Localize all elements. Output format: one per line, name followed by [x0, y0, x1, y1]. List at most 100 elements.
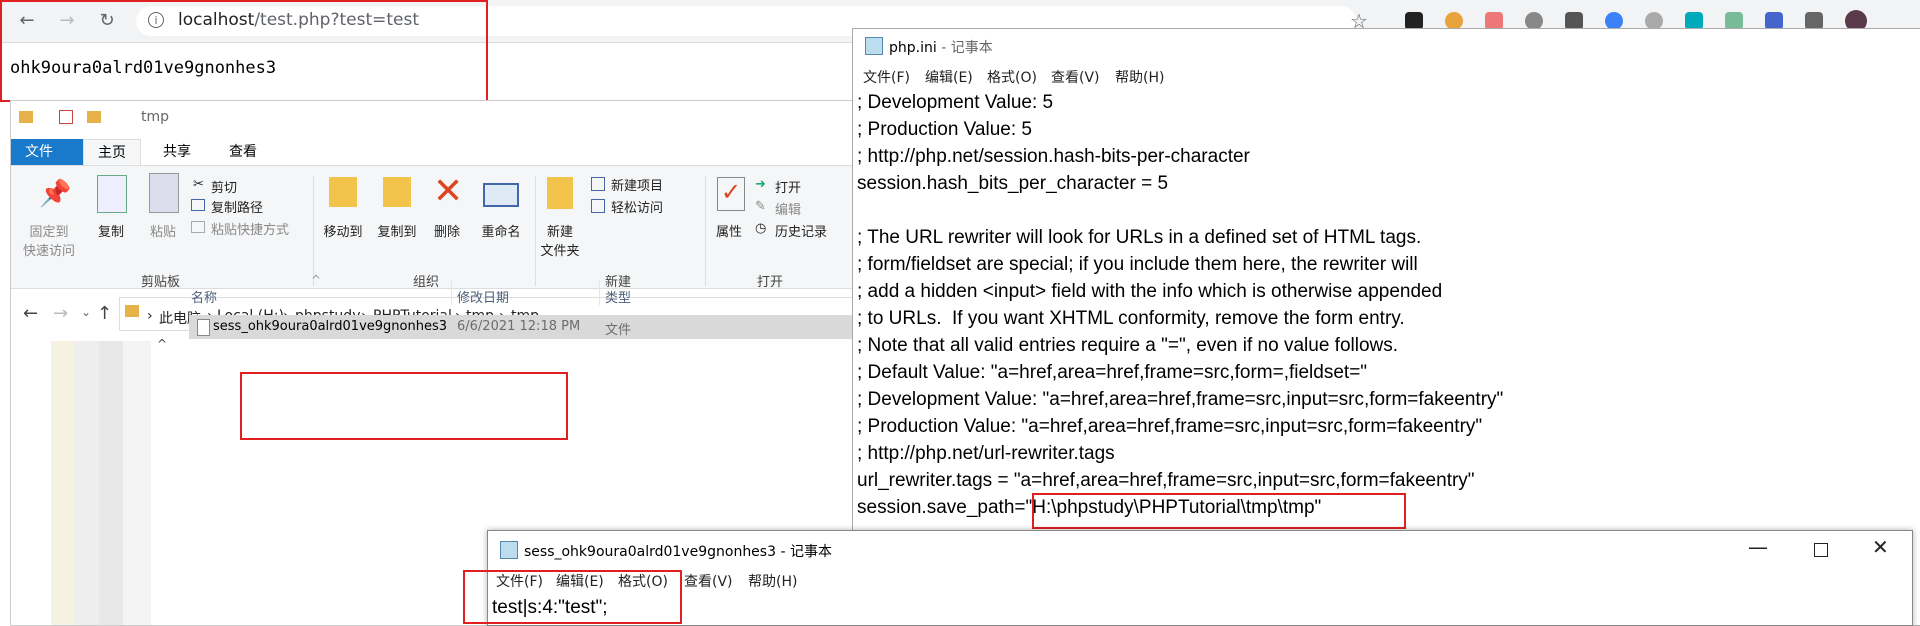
- text-line: ; http://php.net/url-rewriter.tags: [857, 443, 1115, 464]
- column-header-name[interactable]: 名称: [191, 287, 217, 306]
- close-icon[interactable]: ✕: [1872, 535, 1889, 559]
- move-to-icon: [329, 177, 357, 207]
- pin-quick-access-button[interactable]: 固定到 快速访问: [19, 221, 79, 259]
- divider: [451, 281, 452, 305]
- properties-button[interactable]: 属性: [709, 221, 749, 240]
- history-button[interactable]: 历史记录: [775, 221, 827, 240]
- scissors-icon: ✂: [193, 177, 204, 192]
- tab-view[interactable]: 查看: [215, 139, 271, 165]
- text-line: ; Development Value: 5: [857, 92, 1054, 113]
- divider: [705, 176, 706, 286]
- tab-share[interactable]: 共享: [149, 139, 205, 165]
- minimize-icon[interactable]: —: [1748, 535, 1768, 559]
- history-icon: ◷: [755, 221, 767, 236]
- tab-file[interactable]: 文件: [11, 139, 83, 165]
- scroll-up-icon[interactable]: ^: [157, 337, 167, 351]
- notepad-icon: [865, 37, 883, 55]
- forward-icon[interactable]: →: [53, 303, 68, 324]
- recent-locations-icon[interactable]: ⌄: [81, 305, 91, 319]
- chevron-icon: ›: [147, 308, 153, 324]
- window-title: tmp: [141, 109, 170, 125]
- group-open-label: 打开: [757, 275, 784, 290]
- copy-button[interactable]: 复制: [91, 221, 131, 240]
- checkbox-icon[interactable]: [59, 110, 73, 124]
- paste-shortcut-button[interactable]: 粘贴快捷方式: [211, 219, 289, 238]
- move-to-button[interactable]: 移动到: [317, 221, 369, 240]
- copy-path-button[interactable]: 复制路径: [211, 197, 263, 216]
- file-icon: [197, 319, 210, 336]
- paste-button[interactable]: 粘贴: [143, 221, 183, 240]
- tab-home[interactable]: 主页: [83, 139, 141, 166]
- navigation-pane[interactable]: [51, 341, 151, 625]
- highlight-box: [240, 372, 568, 440]
- maximize-icon[interactable]: [1814, 543, 1828, 557]
- text-line: ; Production Value: "a=href,area=href,fr…: [857, 416, 1483, 437]
- text-line: url_rewriter.tags = "a=href,area=href,fr…: [857, 470, 1475, 491]
- file-name: sess_ohk9oura0alrd01ve9gnonhes3: [213, 319, 447, 334]
- copy-to-button[interactable]: 复制到: [371, 221, 423, 240]
- copy-path-icon: [191, 199, 205, 211]
- paste-icon: [149, 173, 179, 213]
- window-title: sess_ohk9oura0alrd01ve9gnonhes3 - 记事本: [524, 544, 832, 560]
- pin-icon: 📌: [39, 179, 72, 209]
- divider: [599, 281, 600, 305]
- text-line: ; Production Value: 5: [857, 119, 1032, 140]
- window-title: php.ini - 记事本: [889, 37, 993, 57]
- delete-icon: ✕: [433, 171, 464, 212]
- new-folder-icon: [547, 177, 573, 209]
- text-line: ; The URL rewriter will look for URLs in…: [857, 227, 1422, 248]
- delete-button[interactable]: 删除: [427, 221, 467, 240]
- text-line: [857, 197, 1503, 224]
- new-item-button[interactable]: 新建项目: [611, 175, 663, 194]
- text-line: ; Default Value: "a=href,area=href,frame…: [857, 362, 1368, 383]
- highlight-box: [463, 570, 682, 624]
- edit-button[interactable]: 编辑: [775, 199, 801, 218]
- menu-view[interactable]: 查看(V): [1051, 67, 1100, 87]
- title-filename: php.ini: [889, 40, 937, 56]
- cut-button[interactable]: 剪切: [211, 177, 237, 196]
- menu-file[interactable]: 文件(F): [863, 67, 910, 87]
- file-type: 文件: [605, 323, 632, 338]
- folder-icon: [19, 111, 33, 123]
- menu-help[interactable]: 帮助(H): [1115, 67, 1164, 87]
- up-icon[interactable]: ↑: [97, 303, 112, 324]
- divider: [313, 176, 314, 286]
- properties-icon: ✓: [717, 177, 745, 211]
- column-header-date[interactable]: 修改日期: [457, 287, 509, 306]
- edit-icon: ✎: [755, 199, 766, 214]
- highlight-box: [1032, 493, 1406, 529]
- open-button[interactable]: 打开: [775, 177, 801, 196]
- back-icon[interactable]: ←: [23, 303, 38, 324]
- title-app: - 记事本: [936, 40, 993, 56]
- menu-format[interactable]: 格式(O): [987, 67, 1037, 87]
- rename-icon: [483, 183, 519, 207]
- text-line: ; add a hidden <input> field with the in…: [857, 281, 1443, 302]
- easy-access-icon: [591, 199, 605, 213]
- menu-help[interactable]: 帮助(H): [748, 571, 797, 591]
- sort-indicator-icon: ^: [311, 273, 322, 287]
- column-header-type[interactable]: 类型: [605, 287, 631, 306]
- text-line: ; http://php.net/session.hash-bits-per-c…: [857, 146, 1250, 167]
- file-date: 6/6/2021 12:18 PM: [457, 319, 581, 334]
- copy-icon: [97, 175, 127, 213]
- menu-edit[interactable]: 编辑(E): [925, 67, 973, 87]
- rename-button[interactable]: 重命名: [473, 221, 529, 240]
- text-editor[interactable]: ; Development Value: 5 ; Production Value…: [857, 89, 1503, 521]
- divider: [535, 176, 536, 286]
- new-folder-button[interactable]: 新建 文件夹: [537, 221, 583, 259]
- menu-view[interactable]: 查看(V): [684, 571, 733, 591]
- text-line: session.hash_bits_per_character = 5: [857, 173, 1169, 194]
- easy-access-button[interactable]: 轻松访问: [611, 197, 663, 216]
- notepad-window-session-file: sess_ohk9oura0alrd01ve9gnonhes3 - 记事本 — …: [487, 530, 1913, 626]
- save-path-key: session.save_path=: [857, 497, 1026, 518]
- open-icon: ➜: [755, 177, 766, 192]
- group-clipboard-label: 剪贴板: [141, 275, 181, 290]
- group-organize-label: 组织: [413, 275, 440, 290]
- highlight-box: [0, 0, 488, 102]
- text-line: ; Development Value: "a=href,area=href,f…: [857, 389, 1504, 410]
- notepad-icon: [500, 541, 518, 559]
- text-line: ; to URLs. If you want XHTML conformity,…: [857, 308, 1405, 329]
- text-line: ; Note that all valid entries require a …: [857, 335, 1399, 356]
- folder-icon: [125, 305, 139, 317]
- text-line: ; form/fieldset are special; if you incl…: [857, 254, 1418, 275]
